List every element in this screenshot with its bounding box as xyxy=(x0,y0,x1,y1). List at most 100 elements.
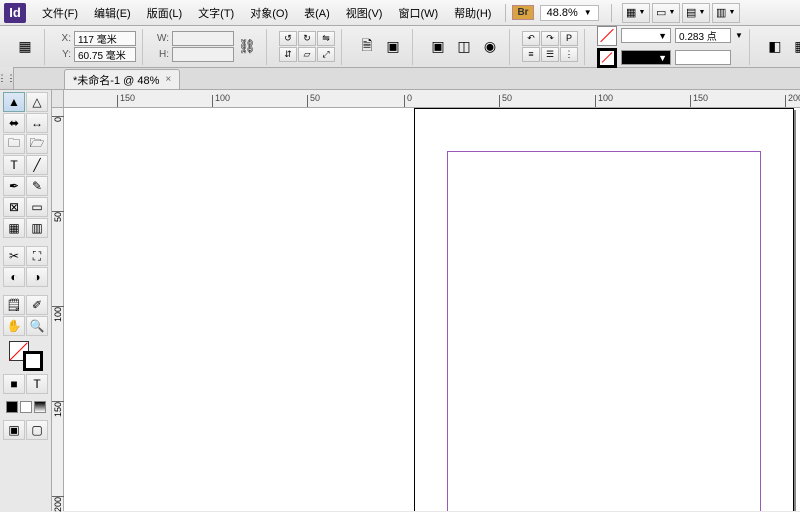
flip-h-button[interactable]: ⇋ xyxy=(317,31,335,46)
h-label: H: xyxy=(155,49,169,60)
w-input[interactable] xyxy=(172,31,234,46)
menu-view[interactable]: 视图(V) xyxy=(338,1,391,25)
menu-help[interactable]: 帮助(H) xyxy=(446,1,499,25)
view-mode-button-3[interactable]: ▤▼ xyxy=(682,3,710,23)
ruler-origin[interactable] xyxy=(52,90,64,108)
separator xyxy=(611,4,612,22)
h-input[interactable] xyxy=(172,47,234,62)
menu-table[interactable]: 表(A) xyxy=(296,1,338,25)
rotate-cw-button[interactable]: ↻ xyxy=(298,31,316,46)
x-label: X: xyxy=(57,33,71,44)
note-tool[interactable]: 🗒 xyxy=(3,295,25,315)
view-mode-button-1[interactable]: ▦▼ xyxy=(622,3,650,23)
menu-file[interactable]: 文件(F) xyxy=(34,1,86,25)
rectangle-frame-tool[interactable]: ⊠ xyxy=(3,197,25,217)
free-transform-tool[interactable]: ⛶ xyxy=(26,246,48,266)
para-style-button[interactable]: P xyxy=(560,31,578,46)
apply-text-button[interactable]: T xyxy=(26,374,48,394)
zoom-value: 48.8% xyxy=(547,7,578,19)
table-tool[interactable]: ▦ xyxy=(3,218,25,238)
x-input[interactable] xyxy=(74,31,136,46)
document-tab[interactable]: *未命名-1 @ 48% × xyxy=(64,69,180,89)
fill-dropdown[interactable]: ▼ xyxy=(621,28,671,43)
position-group: X: Y: xyxy=(51,29,143,65)
scissors-tool[interactable]: ✂ xyxy=(3,246,25,266)
fill-swatch[interactable] xyxy=(597,26,617,46)
apply-color-button[interactable]: ■ xyxy=(3,374,25,394)
constrain-proportions-icon[interactable]: ⛓ xyxy=(234,34,260,60)
view-mode-preview[interactable]: ▢ xyxy=(26,420,48,440)
fill-stroke-swatch[interactable] xyxy=(9,341,43,371)
grid-tool[interactable]: ▥ xyxy=(26,218,48,238)
close-icon[interactable]: × xyxy=(165,74,171,85)
tab-handle[interactable]: ⋮⋮ xyxy=(0,67,14,89)
document-tab-title: *未命名-1 @ 48% xyxy=(73,72,159,88)
menu-type[interactable]: 文字(T) xyxy=(190,1,242,25)
page-tool[interactable]: ⬌ xyxy=(3,113,25,133)
rotate-90-ccw-button[interactable]: ↶ xyxy=(522,31,540,46)
document-tab-bar: ⋮⋮ *未命名-1 @ 48% × xyxy=(0,68,800,90)
reference-point-icon[interactable]: ▦ xyxy=(12,34,38,60)
bridge-badge[interactable]: Br xyxy=(512,5,533,20)
type-tool[interactable]: T xyxy=(3,155,25,175)
line-tool[interactable]: ╱ xyxy=(26,155,48,175)
pen-tool[interactable]: ✒ xyxy=(3,176,25,196)
shear-button[interactable]: ▱ xyxy=(298,47,316,62)
chevron-down-icon: ▼ xyxy=(735,31,743,40)
gradient-feather-tool[interactable]: ◑ xyxy=(26,267,48,287)
pencil-tool[interactable]: ✎ xyxy=(26,176,48,196)
stroke-group: ▼ ▼ ▼ xyxy=(591,29,750,65)
frame-fitting-group: ▣ ◫ ◉ xyxy=(419,29,510,65)
menu-edit[interactable]: 编辑(E) xyxy=(86,1,139,25)
y-label: Y: xyxy=(57,49,71,60)
zoom-level-dropdown[interactable]: 48.8% ▼ xyxy=(540,5,599,21)
pasteboard[interactable] xyxy=(64,108,800,511)
container-icon[interactable]: 🗎 xyxy=(354,34,380,60)
eyedropper-tool[interactable]: ✐ xyxy=(26,295,48,315)
canvas-area: 15010050050100150200 050100150200 xyxy=(52,90,800,511)
scale-button[interactable]: ⤢ xyxy=(317,47,335,62)
separator xyxy=(505,4,506,22)
view-mode-button-2[interactable]: ▭▼ xyxy=(652,3,680,23)
selection-tool[interactable]: ▲ xyxy=(3,92,25,112)
effects-icon[interactable]: ◧ xyxy=(762,34,788,60)
gap-tool[interactable]: ↔ xyxy=(26,113,48,133)
vertical-ruler[interactable]: 050100150200 xyxy=(52,108,64,511)
menu-bar: Id 文件(F) 编辑(E) 版面(L) 文字(T) 对象(O) 表(A) 视图… xyxy=(0,0,800,26)
flip-v-button[interactable]: ⇵ xyxy=(279,47,297,62)
gradient-swatch-tool[interactable]: ◐ xyxy=(3,267,25,287)
page[interactable] xyxy=(414,108,794,511)
hand-tool[interactable]: ✋ xyxy=(3,316,25,336)
w-label: W: xyxy=(155,33,169,44)
distribute-button[interactable]: ☰ xyxy=(541,47,559,62)
stroke-weight-input[interactable] xyxy=(675,28,731,43)
fit-frame-icon[interactable]: ◫ xyxy=(451,34,477,60)
stroke-swatch[interactable] xyxy=(597,48,617,68)
content-icon[interactable]: ▣ xyxy=(380,34,406,60)
opacity-icon[interactable]: ▦ xyxy=(788,34,800,60)
rectangle-tool[interactable]: ▭ xyxy=(26,197,48,217)
rotate-ccw-button[interactable]: ↺ xyxy=(279,31,297,46)
direct-selection-tool[interactable]: △ xyxy=(26,92,48,112)
view-mode-button-4[interactable]: ▥▼ xyxy=(712,3,740,23)
space-button[interactable]: ⋮ xyxy=(560,47,578,62)
fit-content-icon[interactable]: ▣ xyxy=(425,34,451,60)
menu-window[interactable]: 窗口(W) xyxy=(390,1,446,25)
horizontal-ruler[interactable]: 15010050050100150200 xyxy=(52,90,800,108)
color-mode-swatches[interactable] xyxy=(6,401,46,413)
content-placer-tool[interactable]: 🗁 xyxy=(26,134,48,154)
size-group: W: H: ⛓ xyxy=(149,29,267,65)
view-options-group: ▦▼ ▭▼ ▤▼ ▥▼ xyxy=(622,3,740,23)
content-collector-tool[interactable]: 🗀 xyxy=(3,134,25,154)
zoom-tool[interactable]: 🔍 xyxy=(26,316,48,336)
menu-object[interactable]: 对象(O) xyxy=(242,1,296,25)
stroke-style-dropdown[interactable]: ▼ xyxy=(621,50,671,65)
y-input[interactable] xyxy=(74,47,136,62)
center-content-icon[interactable]: ◉ xyxy=(477,34,503,60)
opacity-group: ◧ ▦ 10 xyxy=(756,29,800,65)
rotate-90-cw-button[interactable]: ↷ xyxy=(541,31,559,46)
menu-layout[interactable]: 版面(L) xyxy=(139,1,190,25)
view-mode-normal[interactable]: ▣ xyxy=(3,420,25,440)
align-button[interactable]: ≡ xyxy=(522,47,540,62)
page-margin-guide xyxy=(447,151,761,511)
